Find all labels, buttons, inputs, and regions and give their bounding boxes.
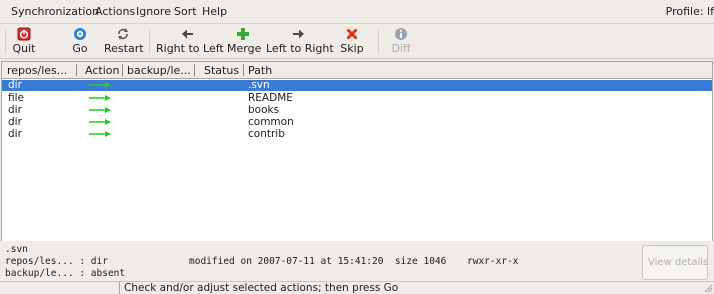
go-button[interactable]: Go — [69, 26, 91, 55]
details-left-label: repos/les... : dir — [5, 256, 108, 267]
row-type: dir — [8, 79, 22, 91]
toolbar-separator — [149, 30, 150, 54]
skip-icon — [346, 28, 358, 40]
list-row[interactable]: dir contrib — [2, 128, 712, 140]
row-type: dir — [8, 104, 22, 116]
diff-label: Diff — [391, 42, 411, 55]
column-separator[interactable] — [76, 64, 77, 76]
merge-icon — [237, 28, 249, 40]
status-message: Check and/or adjust selected actions; th… — [124, 282, 399, 294]
merge-button[interactable]: Merge — [227, 26, 262, 55]
row-path: README — [248, 92, 293, 104]
status-bar: Check and/or adjust selected actions; th… — [0, 281, 714, 294]
list-row[interactable]: dir common — [2, 116, 712, 128]
restart-icon — [118, 28, 128, 40]
left-to-right-button[interactable]: Left to Right — [266, 26, 334, 55]
quit-label: Quit — [12, 42, 36, 55]
column-header-status[interactable]: Status — [204, 64, 239, 77]
right-arrow-icon[interactable] — [89, 95, 111, 101]
quit-icon — [17, 27, 31, 41]
row-path: contrib — [248, 128, 285, 140]
right-arrow-icon[interactable] — [89, 82, 111, 88]
menu-synchronization[interactable]: Synchronization — [11, 5, 99, 19]
skip-button[interactable]: Skip — [340, 26, 364, 55]
details-modified-info: modified on 2007-07-11 at 15:41:20 size … — [189, 256, 447, 267]
column-header-action[interactable]: Action — [85, 64, 119, 77]
menu-actions[interactable]: Actions — [95, 5, 135, 19]
row-type: dir — [8, 128, 22, 140]
row-type: dir — [8, 116, 22, 128]
details-right-label: backup/le... : absent — [5, 268, 126, 279]
column-separator[interactable] — [122, 64, 123, 76]
right-to-left-label: Right to Left — [156, 42, 224, 55]
details-permissions: rwxr-xr-x — [467, 256, 519, 267]
list-header: repos/les... Action backup/le... Status … — [1, 61, 713, 79]
row-type: file — [8, 92, 24, 104]
column-header-path[interactable]: Path — [248, 64, 272, 77]
right-to-left-button[interactable]: Right to Left — [156, 26, 224, 55]
status-left-panel — [2, 282, 120, 294]
resize-grip-icon[interactable] — [703, 283, 713, 293]
left-arrow-icon — [182, 29, 193, 39]
skip-label: Skip — [340, 42, 364, 55]
row-path: books — [248, 104, 280, 116]
diff-button[interactable]: Diff — [391, 26, 411, 55]
right-arrow-icon[interactable] — [89, 131, 111, 137]
list-row[interactable]: dir books — [2, 104, 712, 116]
column-header-backup[interactable]: backup/le... — [127, 64, 191, 77]
go-label: Go — [72, 42, 88, 55]
right-arrow-icon[interactable] — [89, 107, 111, 113]
info-icon — [395, 28, 407, 40]
restart-button[interactable]: Restart — [104, 26, 144, 55]
left-to-right-label: Left to Right — [266, 42, 334, 55]
row-path: .svn — [248, 79, 270, 91]
row-path: common — [248, 116, 294, 128]
list-row[interactable]: file README — [2, 92, 712, 104]
toolbar-separator — [5, 30, 6, 54]
right-arrow-icon[interactable] — [89, 119, 111, 125]
toolbar-separator — [378, 30, 379, 54]
column-header-repos[interactable]: repos/les... — [7, 64, 67, 77]
profile-label: Profile: lf — [665, 5, 714, 18]
right-arrow-icon — [293, 29, 304, 39]
restart-label: Restart — [104, 42, 144, 55]
menu-sort[interactable]: Sort — [174, 5, 197, 19]
go-icon — [74, 28, 86, 40]
column-separator[interactable] — [243, 64, 244, 76]
menu-help[interactable]: Help — [202, 5, 227, 19]
view-details-button[interactable]: View details... — [642, 245, 708, 280]
details-name: .svn — [5, 244, 28, 255]
menu-ignore[interactable]: Ignore — [136, 5, 171, 19]
column-separator[interactable] — [194, 64, 195, 76]
menu-bar: Synchronization Actions Ignore Sort Help… — [0, 0, 714, 24]
quit-button[interactable]: Quit — [11, 26, 37, 55]
details-pane: .svn repos/les... : dir modified on 2007… — [5, 244, 635, 280]
toolbar: Quit Go Restart Right to Left Merge Left… — [0, 24, 714, 59]
list-row[interactable]: dir .svn — [2, 79, 712, 91]
merge-label: Merge — [227, 42, 262, 55]
file-list[interactable]: dir .svn file README dir books dir commo… — [1, 79, 713, 241]
